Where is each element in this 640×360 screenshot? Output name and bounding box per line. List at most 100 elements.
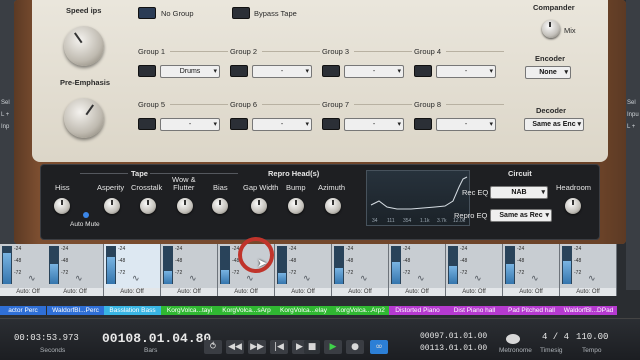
channel-strip[interactable]: -24 -48 -72 ∿ Auto: Off: [104, 244, 161, 296]
play-button[interactable]: ▶: [324, 340, 342, 354]
automation-mode[interactable]: Auto: Off: [446, 288, 502, 296]
asperity-knob[interactable]: [104, 198, 120, 214]
hiss-knob[interactable]: [54, 198, 70, 214]
mix-label: Mix: [564, 26, 576, 35]
pre-emphasis-label: Pre-Emphasis: [60, 78, 111, 87]
bump-knob[interactable]: [288, 198, 304, 214]
automation-mode[interactable]: Auto: Off: [161, 288, 217, 296]
loop-toggle-button[interactable]: ∞: [370, 340, 388, 354]
group-enable-button[interactable]: [138, 118, 156, 130]
decoder-select[interactable]: Same as Enc: [524, 118, 584, 131]
tape-plugin-window: Speed ips Pre-Emphasis No Group Bypass T…: [14, 0, 626, 244]
group-enable-button[interactable]: [322, 118, 340, 130]
group-label: Group 7: [322, 100, 350, 109]
channel-strip[interactable]: -24 -48 -72 ∿ Auto: Off: [47, 244, 104, 296]
channel-name-label[interactable]: actor Perc: [0, 306, 46, 315]
repro-eq-label: Repro EQ: [454, 211, 488, 220]
crosstalk-knob[interactable]: [140, 198, 156, 214]
level-meter: [334, 246, 344, 284]
left-strip-label: L +: [1, 112, 10, 118]
rewind-button[interactable]: ◀◀: [226, 340, 244, 354]
group-select[interactable]: -: [252, 118, 312, 131]
group-select[interactable]: -: [344, 118, 404, 131]
level-meter-fill: [563, 261, 571, 284]
no-group-checkbox[interactable]: [138, 7, 156, 19]
channel-strip[interactable]: -24 -48 -72 ∿ Auto: Off: [389, 244, 446, 296]
speed-knob[interactable]: [64, 26, 104, 66]
group-select[interactable]: -: [252, 65, 312, 78]
group-select[interactable]: Drums: [160, 65, 220, 78]
channel-strip[interactable]: -24 -48 -72 ∿ Auto: Off: [446, 244, 503, 296]
compander-mix-knob[interactable]: [542, 20, 560, 38]
channel-name-label[interactable]: WaldorfBl...DPad: [560, 306, 617, 315]
plugin-top-panel: [32, 0, 608, 162]
stop-button[interactable]: ■: [304, 340, 320, 354]
encoder-select[interactable]: None: [525, 66, 571, 79]
pre-emphasis-knob[interactable]: [64, 98, 104, 138]
record-button[interactable]: ●: [346, 340, 364, 354]
repro-eq-select[interactable]: Same as Rec: [490, 209, 552, 222]
forward-button[interactable]: ▶▶: [248, 340, 266, 354]
automation-mode[interactable]: Auto: Off: [104, 288, 160, 296]
channel-strip[interactable]: -24 -48 -72 ∿ Auto: Off: [560, 244, 617, 296]
channel-strip[interactable]: -24 -48 -72 ∿ Auto: Off: [275, 244, 332, 296]
channel-strip[interactable]: -24 -48 -72 ∿ Auto: Off: [332, 244, 389, 296]
metronome-icon[interactable]: [506, 334, 520, 344]
automation-mode[interactable]: Auto: Off: [389, 288, 445, 296]
bias-knob[interactable]: [212, 198, 228, 214]
group-enable-button[interactable]: [414, 118, 432, 130]
waveform-icon: ∿: [28, 274, 36, 284]
group-enable-button[interactable]: [414, 65, 432, 77]
group-select[interactable]: -: [160, 118, 220, 131]
group-select[interactable]: -: [344, 65, 404, 78]
automation-mode[interactable]: Auto: Off: [47, 288, 103, 296]
rec-eq-select[interactable]: NAB: [490, 186, 548, 199]
db-scale-mark: -72: [61, 270, 69, 276]
db-scale-mark: -24: [460, 246, 468, 252]
level-meter: [49, 246, 59, 284]
waveform-icon: ∿: [474, 274, 482, 284]
no-group-label: No Group: [161, 9, 194, 18]
db-scale-mark: -48: [517, 258, 525, 264]
db-scale-mark: -24: [14, 246, 22, 252]
asperity-label: Asperity: [97, 183, 125, 192]
group-label: Group 3: [322, 47, 350, 56]
db-scale-mark: -72: [175, 270, 183, 276]
channel-name-label[interactable]: KorgVolca...sArp: [218, 306, 275, 315]
channel-name-label[interactable]: Distorted Piano: [389, 306, 446, 315]
automation-mode[interactable]: Auto: Off: [503, 288, 559, 296]
channel-name-label[interactable]: KorgVolca...elay: [275, 306, 332, 315]
group-enable-button[interactable]: [230, 118, 248, 130]
channel-name-label[interactable]: Basslation Bass: [104, 306, 161, 315]
channel-strip[interactable]: -24 -48 -72 ∿ Auto: Off: [503, 244, 560, 296]
group-select[interactable]: -: [436, 118, 496, 131]
gap-width-knob[interactable]: [251, 198, 267, 214]
channel-strip[interactable]: -24 -48 -72 ∿ Auto: Off: [161, 244, 218, 296]
loop-button[interactable]: ⥀: [204, 340, 222, 354]
group-enable-button[interactable]: [230, 65, 248, 77]
automation-mode[interactable]: Auto: Off: [560, 288, 616, 296]
headroom-knob[interactable]: [565, 198, 581, 214]
channel-name-label[interactable]: Dist Piano hall: [446, 306, 503, 315]
azimuth-knob[interactable]: [325, 198, 341, 214]
channel-name-label[interactable]: Pad Pitched hall: [503, 306, 560, 315]
bypass-tape-checkbox[interactable]: [232, 7, 250, 19]
channel-name-label[interactable]: KorgVolca...Arp2: [332, 306, 389, 315]
bias-label: Bias: [213, 183, 228, 192]
headroom-label: Headroom: [556, 183, 592, 192]
level-meter: [505, 246, 515, 284]
automation-mode[interactable]: Auto: Off: [218, 288, 274, 296]
automation-mode[interactable]: Auto: Off: [332, 288, 388, 296]
skip-back-button[interactable]: |◀: [270, 340, 288, 354]
group-enable-button[interactable]: [138, 65, 156, 77]
auto-mute-led[interactable]: [83, 212, 89, 218]
left-strip-label: Sel: [1, 100, 10, 106]
group-select[interactable]: -: [436, 65, 496, 78]
level-meter-fill: [50, 264, 58, 284]
wow-flutter-knob[interactable]: [177, 198, 193, 214]
channel-name-label[interactable]: WaldorfBl...Perc: [47, 306, 104, 315]
automation-mode[interactable]: Auto: Off: [275, 288, 331, 296]
group-enable-button[interactable]: [322, 65, 340, 77]
channel-name-label[interactable]: KorgVolca...tayi: [161, 306, 218, 315]
db-scale-mark: -48: [574, 258, 582, 264]
